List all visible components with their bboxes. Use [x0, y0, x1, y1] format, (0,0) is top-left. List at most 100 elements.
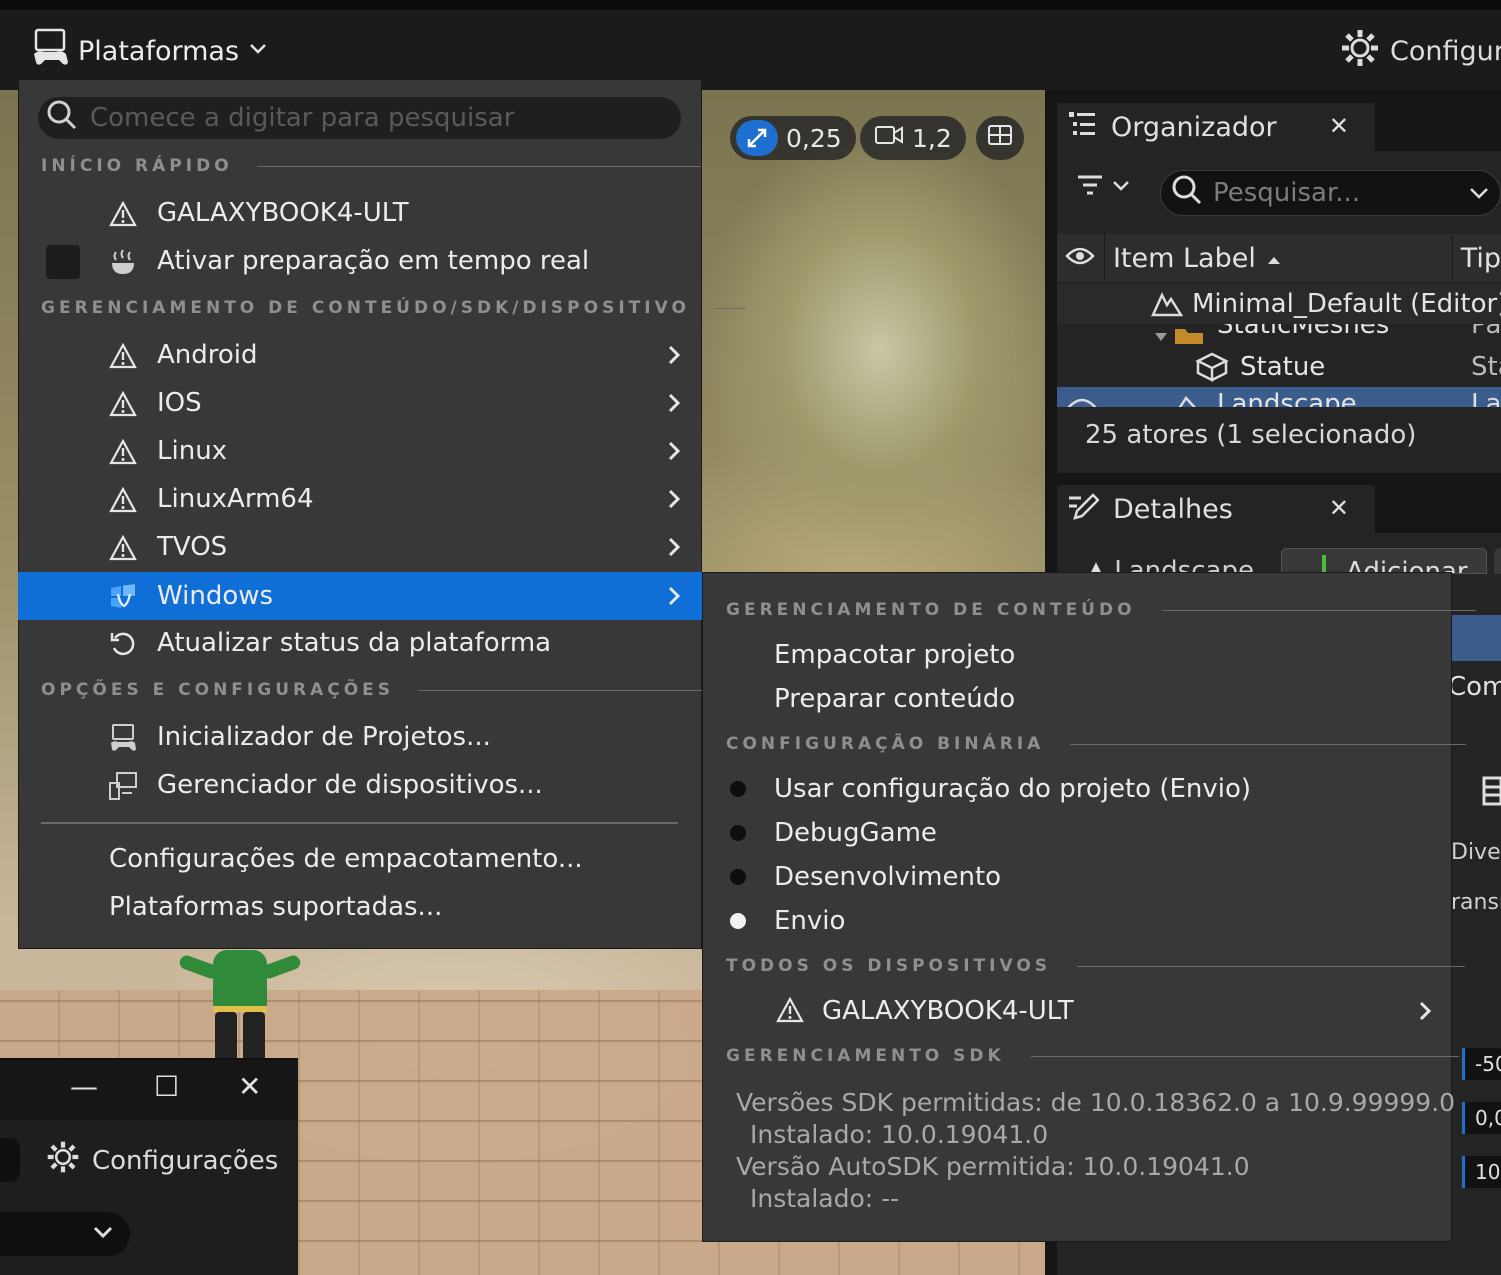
window-top-strip	[0, 0, 1501, 10]
outliner-row-statue[interactable]: Statue Sta	[1057, 347, 1501, 387]
outliner-row-folder[interactable]: StaticMeshes Pa	[1057, 324, 1501, 344]
menu-item-device-manager[interactable]: Gerenciador de dispositivos...	[18, 761, 702, 809]
outliner-header: Item Label Tip	[1057, 234, 1501, 282]
close-icon[interactable]: ✕	[1329, 494, 1349, 522]
details-number-field[interactable]: -50	[1462, 1048, 1501, 1080]
outliner-row-world[interactable]: Minimal_Default (Editor)	[1057, 284, 1501, 324]
settings-button[interactable]: Configura	[1340, 28, 1501, 75]
maximize-button[interactable]: ☐	[154, 1070, 179, 1103]
menu-item-packaging-settings[interactable]: Configurações de empacotamento...	[18, 835, 702, 883]
platforms-gamepad-icon	[30, 28, 70, 75]
section-content-management: GERENCIAMENTO DE CONTEÚDO	[726, 598, 1476, 622]
menu-divider	[41, 822, 678, 824]
gear-icon	[46, 1140, 80, 1181]
section-options-settings: OPÇÕES E CONFIGURAÇÕES	[41, 678, 717, 702]
chevron-right-icon	[665, 391, 683, 422]
grid-layout-icon	[987, 122, 1013, 154]
menu-item-cook-content[interactable]: Preparar conteúdo	[702, 677, 1452, 721]
chevron-down-icon[interactable]	[1467, 181, 1491, 212]
level-icon	[1151, 289, 1184, 324]
radio-debuggame[interactable]: DebugGame	[702, 811, 1452, 855]
menu-item-linuxarm64[interactable]: LinuxArm64	[18, 475, 702, 523]
radio-bullet	[730, 781, 746, 797]
outliner-search-placeholder: Pesquisar...	[1213, 178, 1361, 208]
landscape-icon	[1175, 391, 1201, 407]
details-frag-com: Com	[1448, 672, 1501, 702]
menu-search-input[interactable]: Comece a digitar para pesquisar	[38, 97, 681, 139]
radio-use-project-setting[interactable]: Usar configuração do projeto (Envio)	[702, 767, 1452, 811]
live-cook-checkbox[interactable]	[46, 245, 80, 279]
radio-development[interactable]: Desenvolvimento	[702, 855, 1452, 899]
menu-item-quick-device[interactable]: GALAXYBOOK4-ULT	[18, 189, 702, 237]
sdk-allowed-versions: Versões SDK permitidas: de 10.0.18362.0 …	[736, 1088, 1456, 1117]
chevron-down-icon	[92, 1221, 114, 1247]
viewport-layout-button[interactable]	[976, 116, 1024, 160]
main-toolbar: Plataformas Configura	[0, 10, 1501, 90]
chevron-right-icon	[665, 584, 683, 615]
settings-label: Configura	[1390, 35, 1501, 67]
type-column[interactable]: Tip	[1453, 243, 1501, 274]
details-pencil-icon	[1067, 490, 1100, 529]
filter-icon	[1075, 172, 1105, 204]
outliner-row-landscape[interactable]: Landscape La	[1057, 387, 1501, 407]
scale-value: 0,25	[786, 123, 842, 153]
menu-item-linux[interactable]: Linux	[18, 427, 702, 475]
gear-icon	[1340, 28, 1380, 75]
platforms-button[interactable]: Plataformas	[30, 28, 269, 75]
mini-dropdown[interactable]	[0, 1212, 130, 1256]
details-number-field[interactable]: 0,0	[1462, 1102, 1501, 1134]
menu-item-package-project[interactable]: Empacotar projeto	[702, 633, 1452, 677]
list-view-icon[interactable]	[1478, 776, 1501, 810]
warning-icon	[776, 996, 804, 1030]
menu-item-refresh-status[interactable]: Atualizar status da plataforma	[18, 619, 702, 667]
menu-item-supported-platforms[interactable]: Plataformas suportadas...	[18, 883, 702, 931]
details-tab-title: Detalhes	[1113, 493, 1233, 525]
section-binary-configuration: CONFIGURAÇÃO BINÁRIA	[726, 732, 1467, 756]
section-content-sdk-device: GERENCIAMENTO DE CONTEÚDO/SDK/DISPOSITIV…	[41, 296, 746, 320]
warning-icon	[108, 533, 138, 563]
warning-icon	[108, 389, 138, 419]
menu-item-ios[interactable]: IOS	[18, 379, 702, 427]
menu-item-project-launcher[interactable]: Inicializador de Projetos...	[18, 713, 702, 761]
camera-speed-control[interactable]: 1,2	[860, 116, 966, 160]
radio-shipping[interactable]: Envio	[702, 899, 1452, 943]
scale-snap-control[interactable]: 0,25	[730, 116, 856, 160]
chevron-down-icon	[1111, 175, 1131, 201]
outliner-search-input[interactable]: Pesquisar...	[1160, 170, 1501, 216]
eye-icon[interactable]	[1067, 395, 1097, 407]
close-button[interactable]: ✕	[238, 1070, 261, 1103]
chevron-down-icon	[247, 36, 269, 67]
camera-icon	[874, 123, 904, 153]
section-quick-start: INÍCIO RÁPIDO	[41, 154, 701, 178]
menu-item-tvos[interactable]: TVOS	[18, 523, 702, 571]
autosdk-installed: Instalado: --	[750, 1184, 900, 1213]
search-icon	[46, 99, 78, 138]
mini-settings-button[interactable]: Configurações	[46, 1140, 278, 1181]
menu-item-live-cook[interactable]: Ativar preparação em tempo real	[18, 237, 702, 285]
scale-icon	[736, 120, 778, 156]
add-component-button[interactable]: Adicionar	[1281, 548, 1487, 574]
details-number-field[interactable]: 10	[1462, 1156, 1501, 1188]
menu-search-placeholder: Comece a digitar para pesquisar	[90, 103, 515, 133]
tab-details[interactable]: Detalhes ✕	[1057, 485, 1375, 533]
refresh-icon	[108, 629, 138, 659]
tab-outliner[interactable]: Organizador ✕	[1057, 103, 1375, 151]
cook-steam-icon	[108, 247, 138, 277]
minimize-button[interactable]: —	[70, 1070, 98, 1103]
radio-bullet	[730, 869, 746, 885]
radio-bullet-selected	[730, 913, 746, 929]
menu-item-windows[interactable]: Windows	[18, 572, 702, 620]
item-label-column[interactable]: Item Label	[1105, 234, 1453, 282]
menu-item-device[interactable]: GALAXYBOOK4-ULT	[702, 989, 1452, 1033]
close-icon[interactable]: ✕	[1329, 112, 1349, 140]
menu-item-android[interactable]: Android	[18, 331, 702, 379]
radio-bullet	[730, 825, 746, 841]
sort-ascending-icon	[1266, 243, 1282, 274]
details-frag-diver: Diver	[1451, 840, 1501, 865]
outliner-filter-button[interactable]	[1075, 172, 1131, 204]
expand-arrow-icon	[1153, 324, 1169, 344]
visibility-column[interactable]	[1057, 234, 1105, 282]
section-sdk-management: GERENCIAMENTO SDK	[726, 1044, 1459, 1068]
search-icon	[1171, 174, 1203, 213]
folder-icon	[1173, 324, 1205, 344]
